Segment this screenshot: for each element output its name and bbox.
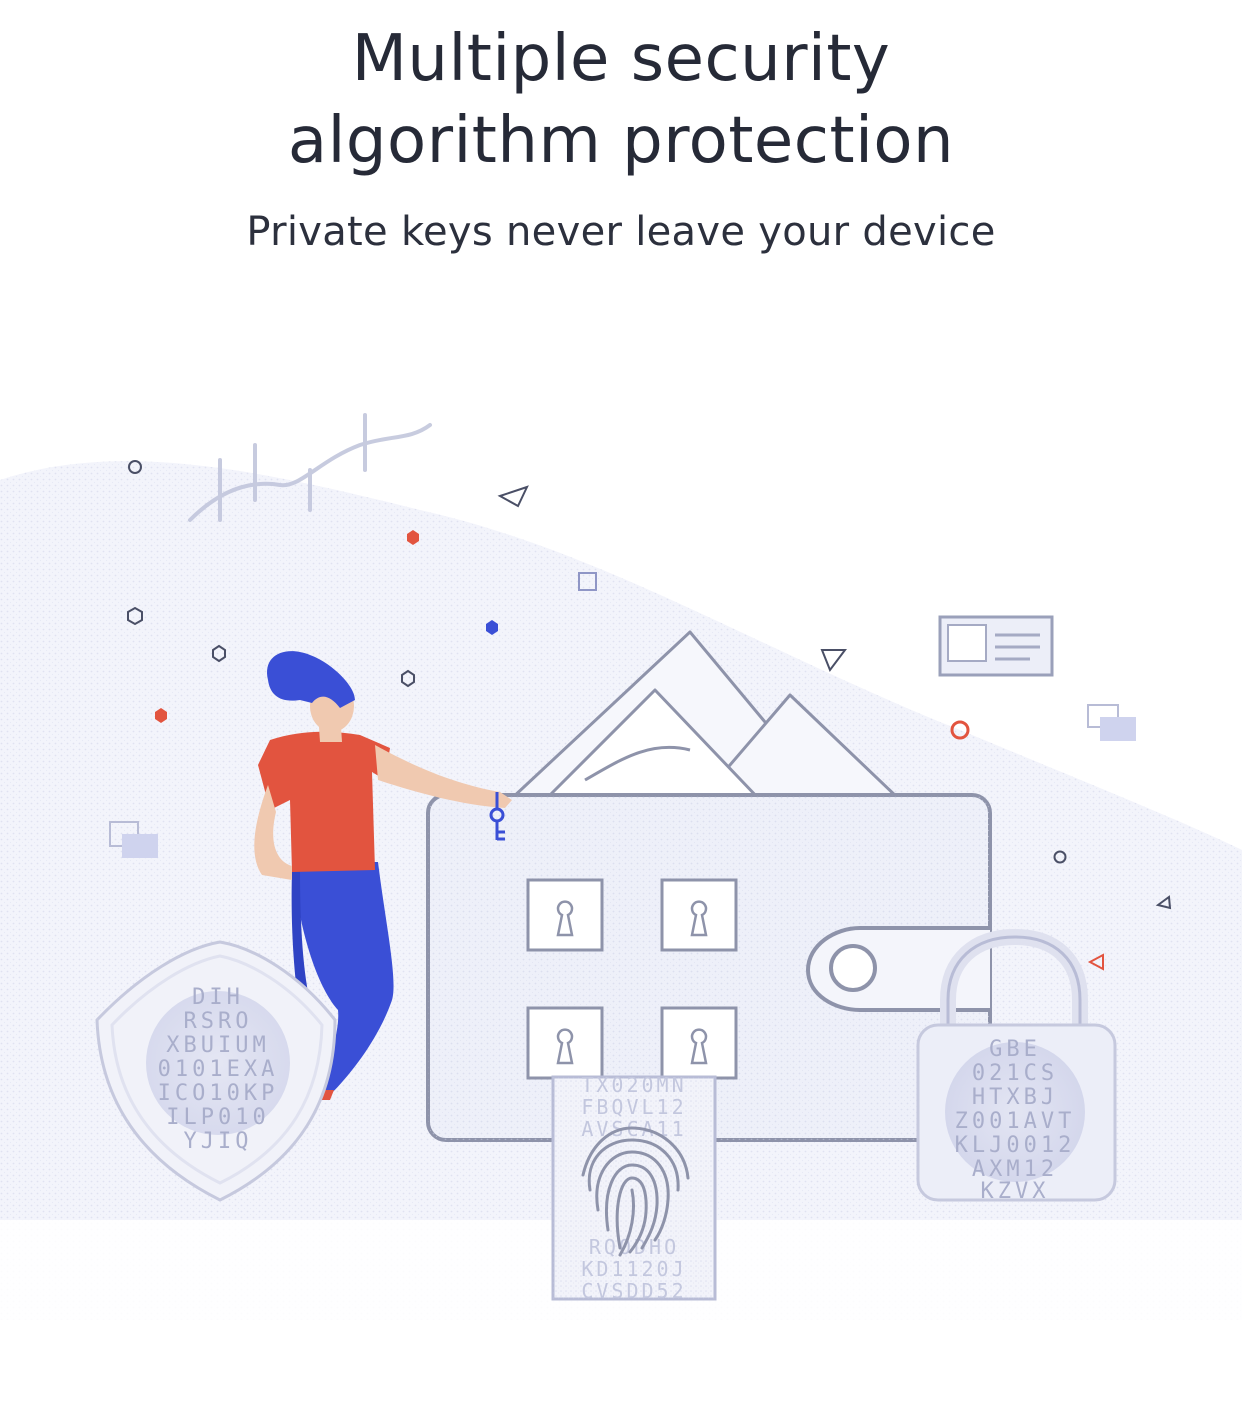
fingerprint-card: TX020MN FBQVL12 AVSCA11 RQ0DHO KD1120J C… (551, 1073, 717, 1303)
page-subtitle: Private keys never leave your device (246, 209, 996, 255)
lock-code-line: GBE (989, 1037, 1041, 1062)
lock-code-line: KLJ0012 (955, 1133, 1076, 1158)
shield-code-line: 0101EXA (158, 1057, 279, 1082)
lock-code-line: KZVX (981, 1179, 1050, 1204)
lock-code-line: HTXBJ (972, 1085, 1058, 1110)
shield-code-line: DIH (192, 985, 244, 1010)
fingerprint-code-line: CVSDD52 (581, 1279, 686, 1303)
shield-code-line: XBUIUM (166, 1033, 269, 1058)
title-line-1: Multiple security (351, 22, 891, 96)
fingerprint-code-line: KD1120J (581, 1257, 686, 1281)
page-title: Multiple security algorithm protection (0, 18, 1242, 182)
security-illustration: TX020MN FBQVL12 AVSCA11 RQ0DHO KD1120J C… (0, 413, 1242, 1320)
lock-code-line: Z001AVT (955, 1109, 1076, 1134)
fingerprint-code-line: TX020MN (581, 1073, 686, 1097)
id-card-icon (938, 615, 1054, 677)
shield-code-line: ICO10KP (158, 1081, 279, 1106)
shield-code-line: ILP010 (166, 1105, 269, 1130)
lock-code-line: 021CS (972, 1061, 1058, 1086)
shield-code-line: RSRO (184, 1009, 253, 1034)
shield-code-line: YJIQ (184, 1129, 253, 1154)
title-line-2: algorithm protection (287, 104, 955, 178)
fingerprint-code-line: FBQVL12 (581, 1095, 686, 1119)
